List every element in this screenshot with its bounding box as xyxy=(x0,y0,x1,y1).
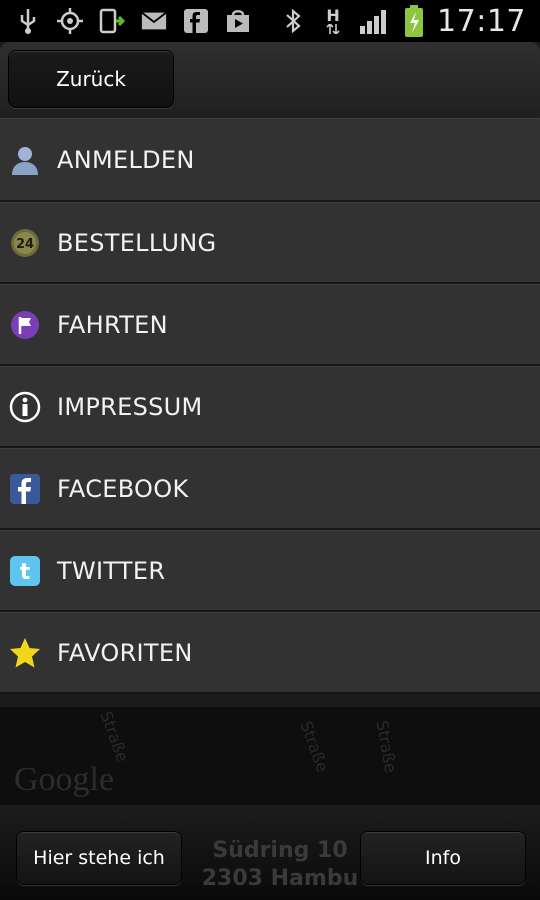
gps-icon xyxy=(56,7,84,35)
info-icon xyxy=(9,391,41,423)
facebook-status-icon xyxy=(182,7,210,35)
map-street-label: Straße xyxy=(372,718,401,775)
clock-24-icon: 24 xyxy=(9,227,41,259)
menu-item-fahrten[interactable]: FAHRTEN xyxy=(0,284,540,366)
map-street-label: Straße xyxy=(296,718,333,775)
map-view[interactable]: Straße Straße Straße Google xyxy=(0,707,540,807)
play-store-icon xyxy=(224,7,252,35)
menu-item-label: FAHRTEN xyxy=(57,310,168,339)
battery-charging-icon xyxy=(403,5,425,37)
svg-text:24: 24 xyxy=(16,237,34,252)
flag-icon xyxy=(9,309,41,341)
address-line-1: Südring 10 xyxy=(212,838,348,863)
facebook-icon xyxy=(9,473,41,505)
menu-item-impressum[interactable]: IMPRESSUM xyxy=(0,366,540,448)
svg-text:t: t xyxy=(20,560,31,585)
phone-sync-icon xyxy=(98,7,126,35)
star-icon xyxy=(9,637,41,669)
menu-item-facebook[interactable]: FACEBOOK xyxy=(0,448,540,530)
menu-item-label: ANMELDEN xyxy=(57,145,195,174)
hspa-icon: H xyxy=(319,7,347,35)
menu-item-label: BESTELLUNG xyxy=(57,228,217,257)
menu-list: ANMELDEN 24 BESTELLUNG FAHRTEN IMPRESSUM… xyxy=(0,118,540,694)
info-button[interactable]: Info xyxy=(360,831,526,885)
address-line-2: 2303 Hambu xyxy=(201,866,359,891)
locate-me-button[interactable]: Hier stehe ich xyxy=(16,831,182,885)
usb-icon xyxy=(14,7,42,35)
menu-item-label: IMPRESSUM xyxy=(57,392,203,421)
back-button[interactable]: Zurück xyxy=(8,50,174,108)
top-bar: Zurück xyxy=(0,42,540,118)
menu-item-favoriten[interactable]: FAVORITEN xyxy=(0,612,540,694)
google-logo: Google xyxy=(14,761,115,798)
menu-item-twitter[interactable]: t TWITTER xyxy=(0,530,540,612)
menu-item-bestellung[interactable]: 24 BESTELLUNG xyxy=(0,202,540,284)
menu-item-label: FACEBOOK xyxy=(57,474,189,503)
user-icon xyxy=(9,144,41,176)
menu-item-label: FAVORITEN xyxy=(57,638,193,667)
menu-item-label: TWITTER xyxy=(57,556,166,585)
status-bar: H 17:17 xyxy=(0,0,540,42)
map-street-label: Straße xyxy=(96,708,133,765)
twitter-icon: t xyxy=(9,555,41,587)
bluetooth-icon xyxy=(279,7,307,35)
mail-icon xyxy=(140,7,168,35)
signal-icon xyxy=(359,7,391,35)
status-time: 17:17 xyxy=(437,3,526,39)
bottom-bar: Südring 10 2303 Hambu Hier stehe ich Inf… xyxy=(0,805,540,900)
address-text: Südring 10 2303 Hambu xyxy=(195,837,365,893)
menu-item-anmelden[interactable]: ANMELDEN xyxy=(0,118,540,202)
